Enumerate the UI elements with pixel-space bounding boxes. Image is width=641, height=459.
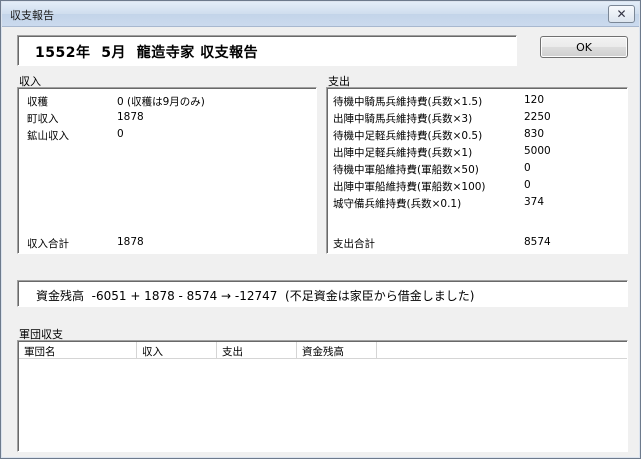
army-table-header: 軍団名 収入 支出 資金残高 [19, 342, 627, 359]
income-town-label: 町収入 [27, 113, 59, 125]
balance-text: 資金残高 -6051 + 1878 - 8574 → -12747 (不足資金は… [36, 289, 475, 303]
report-header-box: 1552年 5月 龍造寺家 収支報告 [17, 35, 517, 66]
expense-total-label: 支出合計 [333, 238, 375, 250]
ok-button[interactable]: OK [540, 36, 628, 58]
expense-item-label: 出陣中騎馬兵維持費(兵数×3) [333, 113, 473, 125]
expense-total-value: 8574 [524, 236, 551, 248]
income-total-value: 1878 [117, 236, 144, 248]
expense-item-value: 830 [524, 128, 545, 140]
column-header-income[interactable]: 収入 [137, 342, 217, 359]
income-mine-value: 0 [117, 128, 124, 140]
title-bar[interactable]: 収支報告 ✕ [2, 2, 639, 27]
expense-item-value: 0 [524, 179, 531, 191]
expense-item-value: 5000 [524, 145, 551, 157]
expense-item-value: 374 [524, 196, 545, 208]
income-panel: 収穫 0 (収穫は9月のみ) 町収入 1878 鉱山収入 0 収入合計 1878 [17, 87, 317, 254]
window-title: 収支報告 [10, 9, 54, 22]
expense-item-label: 出陣中足軽兵維持費(兵数×1) [333, 147, 473, 159]
column-header-army-name[interactable]: 軍団名 [19, 342, 137, 359]
expense-item-value: 2250 [524, 111, 551, 123]
balance-box: 資金残高 -6051 + 1878 - 8574 → -12747 (不足資金は… [17, 280, 628, 307]
close-icon: ✕ [616, 7, 627, 21]
income-town-value: 1878 [117, 111, 144, 123]
expense-item-label: 待機中騎馬兵維持費(兵数×1.5) [333, 96, 483, 108]
income-total-label: 収入合計 [27, 238, 69, 250]
expense-item-value: 0 [524, 162, 531, 174]
expense-item-label: 待機中足軽兵維持費(兵数×0.5) [333, 130, 483, 142]
report-title: 1552年 5月 龍造寺家 収支報告 [35, 45, 259, 61]
expense-item-value: 120 [524, 94, 545, 106]
income-harvest-label: 収穫 [27, 96, 48, 108]
expense-item-label: 城守備兵維持費(兵数×0.1) [333, 198, 462, 210]
expense-panel: 待機中騎馬兵維持費(兵数×1.5) 120 出陣中騎馬兵維持費(兵数×3) 22… [326, 87, 628, 254]
report-dialog: 収支報告 ✕ 1552年 5月 龍造寺家 収支報告 OK 収入 収穫 0 (収穫… [0, 0, 641, 459]
income-harvest-value: 0 (収穫は9月のみ) [117, 96, 205, 108]
expense-item-label: 出陣中軍船維持費(軍船数×100) [333, 181, 486, 193]
close-button[interactable]: ✕ [608, 5, 635, 23]
column-header-balance[interactable]: 資金残高 [297, 342, 377, 359]
army-table[interactable]: 軍団名 収入 支出 資金残高 [17, 340, 628, 452]
column-header-expense[interactable]: 支出 [217, 342, 297, 359]
expense-item-label: 待機中軍船維持費(軍船数×50) [333, 164, 479, 176]
income-mine-label: 鉱山収入 [27, 130, 69, 142]
